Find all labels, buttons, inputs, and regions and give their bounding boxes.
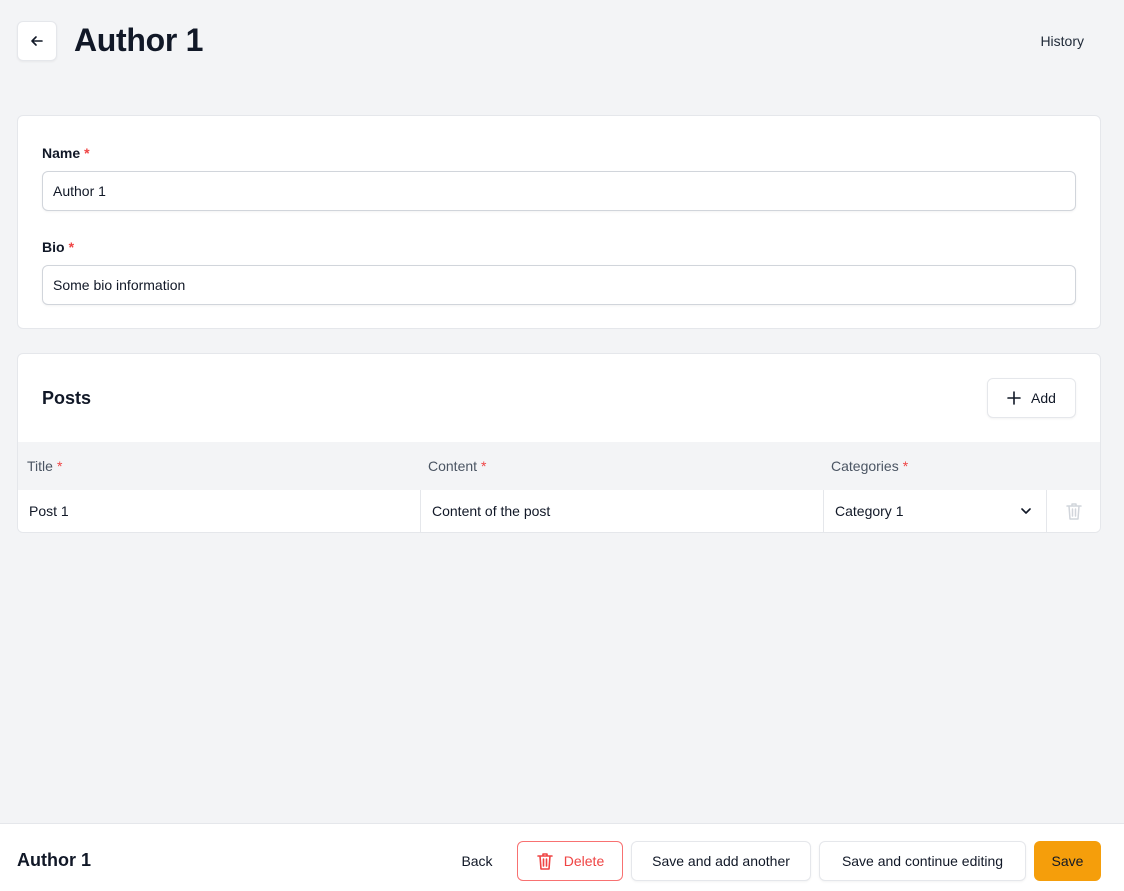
- trash-icon: [1065, 503, 1082, 520]
- required-mark: *: [68, 239, 75, 255]
- required-mark: *: [56, 458, 63, 474]
- add-post-button[interactable]: Add: [987, 378, 1076, 418]
- page-title: Author 1: [74, 22, 204, 58]
- author-fields-card: Name * Author 1 Bio * Some bio information: [17, 115, 1101, 329]
- post-category-select[interactable]: Category 1: [824, 490, 1047, 532]
- bio-field[interactable]: Some bio information: [42, 265, 1076, 305]
- column-header-content-text: Content: [428, 458, 478, 474]
- column-header-title-text: Title: [27, 458, 53, 474]
- name-label-text: Name: [42, 145, 81, 161]
- post-title-input[interactable]: Post 1: [18, 490, 421, 532]
- delete-label: Delete: [563, 853, 605, 869]
- posts-table-header: Title * Content * Categories *: [18, 442, 1100, 490]
- required-mark: *: [481, 458, 487, 474]
- name-field[interactable]: Author 1: [42, 171, 1076, 211]
- plus-icon: [1007, 391, 1021, 405]
- post-content-input[interactable]: Content of the post: [421, 490, 824, 532]
- add-post-label: Add: [1031, 390, 1056, 406]
- posts-card: Posts Add Title * Content * Categories * Po…: [17, 353, 1101, 533]
- column-header-categories: Categories *: [831, 458, 908, 474]
- delete-button[interactable]: Delete: [517, 841, 623, 881]
- post-category-value: Category 1: [835, 503, 904, 519]
- history-link[interactable]: History: [1040, 33, 1084, 49]
- column-header-title: Title *: [27, 458, 62, 474]
- column-header-content: Content *: [428, 458, 487, 474]
- back-arrow-button[interactable]: [17, 21, 57, 61]
- save-button[interactable]: Save: [1034, 841, 1101, 881]
- table-row: Post 1 Content of the post Category 1: [18, 490, 1100, 532]
- save-and-add-another-button[interactable]: Save and add another: [631, 841, 811, 881]
- name-label: Name *: [42, 145, 90, 161]
- bio-label-text: Bio: [42, 239, 65, 255]
- bio-label: Bio *: [42, 239, 74, 255]
- save-and-continue-button[interactable]: Save and continue editing: [819, 841, 1026, 881]
- required-mark: *: [902, 458, 909, 474]
- footer-title: Author 1: [17, 850, 91, 870]
- arrow-left-icon: [31, 36, 43, 46]
- trash-icon: [536, 853, 553, 870]
- chevron-down-icon: [1021, 508, 1031, 514]
- column-header-categories-text: Categories: [831, 458, 899, 474]
- form-footer: Author 1 Back Delete Save and add anothe…: [0, 823, 1124, 891]
- page-header: Author 1 History: [0, 0, 1124, 82]
- required-mark: *: [84, 145, 90, 161]
- posts-section-title: Posts: [42, 388, 92, 408]
- delete-row-button[interactable]: [1047, 490, 1100, 532]
- back-button[interactable]: Back: [445, 841, 509, 881]
